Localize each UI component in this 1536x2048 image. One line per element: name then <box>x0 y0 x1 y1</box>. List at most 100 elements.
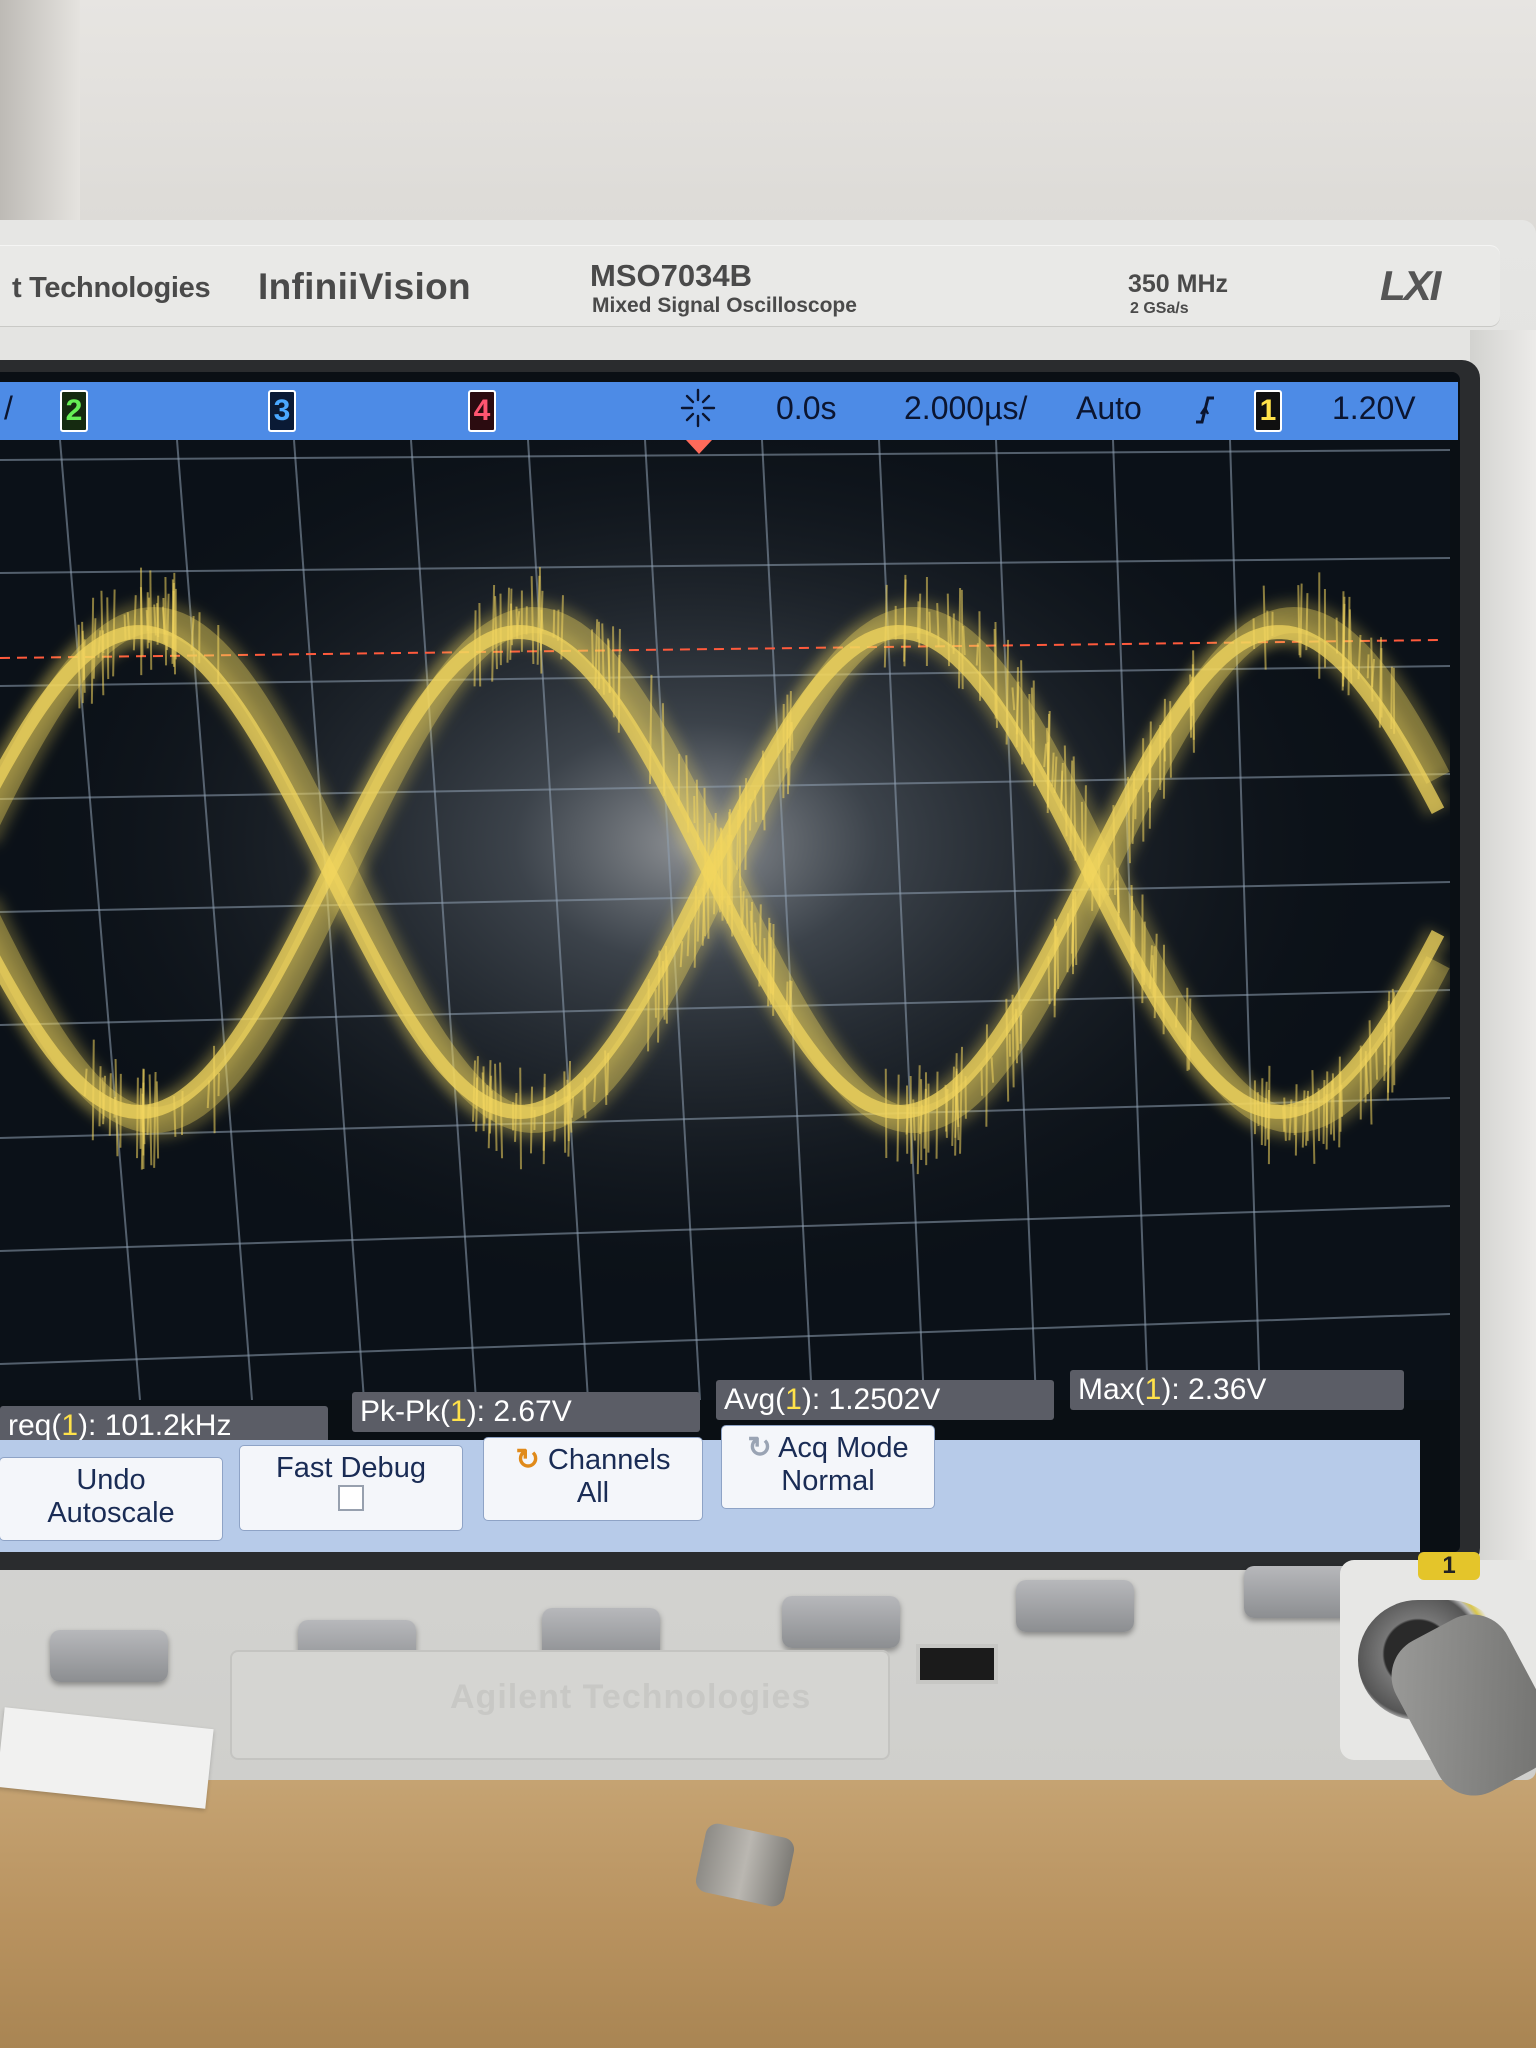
noise-spike <box>661 703 666 796</box>
noise-spike <box>728 809 731 905</box>
noise-spike <box>90 597 95 704</box>
acq-mode-softkey[interactable]: ↻ Acq Mode Normal <box>722 1426 934 1508</box>
noise-spike <box>730 834 734 937</box>
noise-spike <box>1163 738 1166 762</box>
softkey-line1: Fast Debug <box>276 1452 426 1484</box>
noise-spike <box>563 1071 567 1153</box>
hardware-softkey-4[interactable] <box>782 1596 900 1648</box>
noise-spike <box>1342 596 1346 687</box>
measurement-row: req(1): 101.2kHz Pk-Pk(1): 2.67V Avg(1):… <box>0 1362 1440 1452</box>
noise-spike <box>1169 701 1172 778</box>
noise-spike <box>123 614 127 640</box>
noise-spike <box>1047 956 1051 1005</box>
noise-spike <box>761 757 765 820</box>
waveform-display <box>0 440 1450 1400</box>
noise-spike <box>91 1039 95 1141</box>
noise-spike <box>180 1090 184 1136</box>
noise-spike <box>978 611 982 701</box>
noise-spike <box>1143 921 1146 985</box>
noise-spike <box>665 945 668 1024</box>
noise-spike <box>693 885 697 968</box>
noise-spike <box>909 1075 913 1164</box>
noise-spike <box>1152 946 1156 998</box>
noise-spike <box>1016 1017 1020 1051</box>
measurement-value: ): 1.2502V <box>801 1383 941 1416</box>
channels-all-softkey[interactable]: ↻ Channels All <box>484 1438 702 1520</box>
noise-spike <box>1282 1106 1286 1132</box>
noise-spike <box>156 595 160 645</box>
noise-spike <box>749 910 753 940</box>
noise-spike <box>1134 789 1137 820</box>
trigger-source-badge[interactable]: 1 <box>1254 390 1282 432</box>
noise-spike <box>748 798 752 831</box>
hardware-softkey-5[interactable] <box>1016 1580 1134 1632</box>
noise-spike <box>1192 650 1195 753</box>
noise-spike <box>213 1045 216 1134</box>
noise-spike <box>790 722 794 751</box>
measurement-value: ): 101.2kHz <box>78 1409 232 1442</box>
wall-background <box>0 0 1536 240</box>
measurement-pk-pk: Pk-Pk(1): 2.67V <box>352 1392 700 1432</box>
noise-spike <box>695 779 700 850</box>
noise-spike <box>696 899 701 942</box>
channel-3-badge[interactable]: 3 <box>268 390 296 432</box>
noise-spike <box>753 790 758 823</box>
noise-spike <box>612 626 615 718</box>
measurement-label: Avg( <box>724 1383 786 1416</box>
noise-spike <box>706 866 710 939</box>
noise-spike <box>884 1068 888 1159</box>
noise-spike <box>703 787 707 874</box>
noise-spike <box>101 1077 105 1119</box>
noise-spike <box>935 1071 939 1159</box>
measurement-value: ): 2.36V <box>1161 1373 1267 1406</box>
channel-4-badge[interactable]: 4 <box>468 390 496 432</box>
fast-debug-softkey[interactable]: Fast Debug <box>240 1446 462 1530</box>
undo-autoscale-softkey[interactable]: Undo Autoscale <box>0 1458 222 1540</box>
status-bar: / 2 3 4 0.0s 2.000µs/ Auto 1 1.20V <box>0 382 1458 440</box>
noise-spike <box>153 1072 157 1168</box>
noise-spike <box>726 834 730 924</box>
noise-spike <box>896 1074 900 1162</box>
model-number: MSO7034B <box>590 258 752 293</box>
noise-spike <box>1330 1080 1334 1135</box>
rising-edge-icon <box>1192 392 1218 436</box>
noise-spike <box>77 624 81 709</box>
noise-spike <box>475 1077 479 1109</box>
noise-spike <box>686 925 690 957</box>
noise-spike <box>1056 937 1060 989</box>
noise-spike <box>1331 1073 1336 1141</box>
noise-spike <box>607 640 611 693</box>
noise-spike <box>136 1077 139 1159</box>
softkey-line2: Normal <box>781 1465 875 1497</box>
channel-1-input-label: 1 <box>1418 1552 1480 1580</box>
noise-spike <box>785 981 789 1011</box>
product-line: InfiniiVision <box>258 266 471 307</box>
noise-spike <box>98 1066 102 1127</box>
channel-2-badge[interactable]: 2 <box>60 390 88 432</box>
hardware-softkey-1[interactable] <box>50 1630 168 1682</box>
noise-spike <box>946 593 951 667</box>
noise-spike <box>916 601 920 640</box>
noise-spike <box>785 719 789 769</box>
measurement-max: Max(1): 2.36V <box>1070 1370 1404 1410</box>
noise-spike <box>928 611 932 633</box>
measurement-label: Max( <box>1078 1373 1145 1406</box>
noise-spike <box>106 597 110 680</box>
noise-spike <box>1019 1010 1023 1044</box>
noise-spike <box>510 603 513 646</box>
measurement-value: ): 2.67V <box>466 1395 572 1428</box>
noise-spike <box>146 1104 150 1136</box>
usb-port[interactable] <box>916 1644 998 1684</box>
softkey-line2: All <box>576 1477 610 1509</box>
noise-spike <box>478 603 482 687</box>
measurement-average: Avg(1): 1.2502V <box>716 1380 1054 1420</box>
measurement-label: Pk-Pk( <box>360 1395 450 1428</box>
noise-spike <box>542 1073 546 1165</box>
noise-spike <box>1366 654 1370 679</box>
noise-spike <box>1005 639 1010 745</box>
fast-debug-checkbox[interactable] <box>338 1485 364 1511</box>
status-leading-glyph: / <box>4 390 13 426</box>
noise-spike <box>1387 1001 1390 1093</box>
noise-spike <box>980 1067 984 1096</box>
softkey-line1: Channels <box>547 1444 671 1476</box>
